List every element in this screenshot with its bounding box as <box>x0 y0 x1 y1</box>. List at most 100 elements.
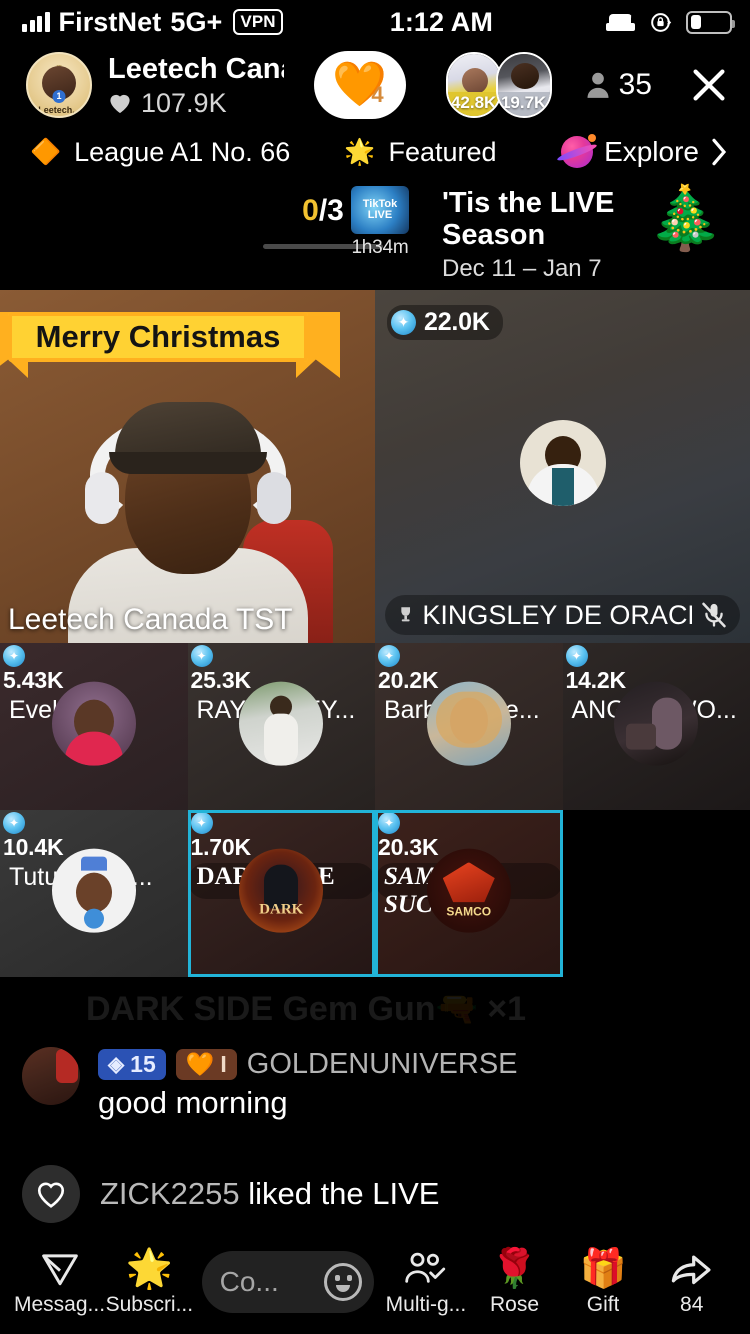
comment-input[interactable]: Co... <box>201 1251 374 1313</box>
planet-icon <box>561 134 597 168</box>
avatar-figure <box>442 862 495 903</box>
fan-badge-value: I <box>220 1051 227 1077</box>
event-banner[interactable]: 0/3 TikTok LIVE 1h34m 'Tis the LIVE Seas… <box>0 178 750 282</box>
gem-icon: ✦ <box>3 645 25 667</box>
bottom-toolbar: Messag... 🌟 Subscri... Co... Multi-g... … <box>0 1230 750 1334</box>
gift-button[interactable]: 🎁 Gift <box>559 1248 648 1317</box>
gem-count-value: 14.2K <box>565 667 627 693</box>
messages-label: Messag... <box>14 1292 106 1316</box>
like-button-count: 4 <box>371 82 384 107</box>
video-tile-raymoney[interactable]: ✦ 25.3K RAYMONEY... <box>187 643 375 810</box>
heart-outline-icon <box>22 1165 80 1223</box>
main-tiles-row: Merry Christmas Leetech Canada TST ✦ 22.… <box>0 290 750 643</box>
subscribe-button[interactable]: 🌟 Subscri... <box>105 1248 194 1317</box>
chevron-right-icon <box>712 138 727 166</box>
event-text: 'Tis the LIVE Season Dec 11 – Jan 7 <box>442 187 652 283</box>
heart-icon <box>110 94 130 113</box>
headset-earcup-right <box>256 472 291 524</box>
cohost-2-coins: 19.7K <box>497 92 550 116</box>
video-tile-evelyn[interactable]: ✦ 5.43K Evelyn <box>0 643 188 810</box>
chat-message-body: ◈ 15 🧡 I GOLDENUNIVERSE good morning <box>98 1047 518 1121</box>
empty-tile-slot <box>562 810 750 977</box>
vpn-badge: VPN <box>233 9 283 35</box>
status-bar-left: FirstNet 5G+ VPN <box>22 7 283 38</box>
guest-avatar: SAMCO <box>426 848 511 933</box>
host-info[interactable]: ♛ 1 Leetech... Leetech Canada... 107.9K <box>26 52 284 119</box>
chat-feed[interactable]: DARK SIDE Gem Gun🔫 ×1 ◈ 15 🧡 I GOLDENUNI… <box>0 985 750 1235</box>
subscribe-label: Subscri... <box>105 1292 194 1316</box>
host-like-count: 107.9K <box>141 87 227 118</box>
featured-badge[interactable]: 🌟 Featured <box>344 137 496 168</box>
multi-guest-icon <box>404 1248 448 1290</box>
chat-message-header: ◈ 15 🧡 I GOLDENUNIVERSE <box>98 1048 518 1081</box>
status-bar-right <box>606 10 735 35</box>
close-icon[interactable] <box>686 62 732 108</box>
battery-icon <box>686 10 735 34</box>
video-tile-tutunalove[interactable]: ✦ 10.4K Tutunalove... <box>0 810 188 977</box>
guest-name-bar: KINGSLEY DE ORACLE🇺🇸 🇳🇬 <box>385 595 740 635</box>
video-tile-darkside[interactable]: ✦ 1.70K DARK DARK SIDE <box>187 810 375 977</box>
avatar-figure <box>652 697 683 750</box>
avatar-head <box>75 872 112 913</box>
cap-brim-shape <box>108 452 267 474</box>
chat-message[interactable]: ◈ 15 🧡 I GOLDENUNIVERSE good morning <box>22 1047 518 1121</box>
gem-icon: ✦ <box>378 812 400 834</box>
crown-icon <box>80 856 107 871</box>
video-tile-barbie[interactable]: ✦ 20.2K Barbie Lope... <box>375 643 563 810</box>
level-badge: ◈ 15 <box>98 1049 166 1080</box>
tiktok-live-screen: FirstNet 5G+ VPN 1:12 AM ♛ 1 Leetec <box>0 0 750 1334</box>
explore-button[interactable]: Explore <box>561 134 728 168</box>
cohost-avatars[interactable]: 42.8K 19.7K <box>445 52 552 118</box>
gem-icon: ✦ <box>190 812 213 834</box>
multi-guest-button[interactable]: Multi-g... <box>382 1248 471 1317</box>
guest-avatar <box>519 419 606 506</box>
gem-count-value: 25.3K <box>190 667 252 693</box>
like-button[interactable]: 🧡 4 <box>313 51 406 119</box>
smiley-icon[interactable] <box>323 1263 362 1301</box>
league-badge[interactable]: 🔶 League A1 No. 66 <box>30 137 290 168</box>
event-dates: Dec 11 – Jan 7 <box>442 255 602 282</box>
guest-avatar <box>51 681 136 766</box>
network-label: 5G+ <box>170 6 223 37</box>
video-tile-host[interactable]: Merry Christmas Leetech Canada TST <box>0 290 375 643</box>
chat-username[interactable]: GOLDENUNIVERSE <box>247 1048 518 1081</box>
avatar-hair <box>435 691 502 748</box>
gem-count-chip: ✦ 22.0K <box>387 305 503 340</box>
carrier-label: FirstNet <box>58 6 162 37</box>
host-likes: 107.9K <box>108 88 284 119</box>
event-duration: 1h34m <box>351 237 409 258</box>
bed-icon <box>606 13 635 31</box>
gem-icon: ✦ <box>391 310 416 335</box>
gem-count-value: 5.43K <box>3 667 64 693</box>
avatar[interactable] <box>22 1047 80 1105</box>
messages-button[interactable]: Messag... <box>14 1248 105 1317</box>
video-tile-angelswo[interactable]: ✦ 14.2K ANGELSWO... <box>562 643 750 810</box>
video-tile-kingsley[interactable]: ✦ 22.0K KINGSLEY DE ORACLE🇺🇸 🇳🇬 <box>375 290 750 643</box>
like-event-username: ZICK2255 <box>100 1176 240 1211</box>
cohost-1-coins: 42.8K <box>447 92 500 116</box>
rose-label: Rose <box>490 1292 540 1316</box>
signal-icon <box>22 12 50 32</box>
gem-count-value: 10.4K <box>3 834 64 860</box>
explore-label: Explore <box>604 136 699 167</box>
gem-icon: ✦ <box>3 812 25 834</box>
host-level-badge: 1 <box>52 90 66 103</box>
like-event-action: liked the LIVE <box>248 1176 440 1211</box>
host-tile-name: Leetech Canada TST <box>8 603 293 636</box>
multi-guest-label: Multi-g... <box>385 1292 467 1316</box>
gem-count-value: 20.3K <box>378 834 439 860</box>
live-header: ♛ 1 Leetech... Leetech Canada... 107.9K … <box>0 44 750 126</box>
rose-gift-button[interactable]: 🌹 Rose <box>470 1248 559 1317</box>
event-title: 'Tis the LIVE Season <box>442 187 615 251</box>
avatar-logo-text: DARK <box>259 901 304 918</box>
featured-star-icon: 🌟 <box>344 137 376 166</box>
guest-avatar <box>51 848 136 933</box>
video-tile-samco[interactable]: ✦ 20.3K SAMCO SAMCO SUCC... <box>375 810 563 977</box>
share-button[interactable]: 84 <box>647 1248 736 1317</box>
merry-christmas-text: Merry Christmas <box>35 319 281 354</box>
viewer-count[interactable]: 35 <box>586 68 652 102</box>
host-avatar[interactable]: ♛ 1 Leetech... <box>26 52 92 118</box>
guest-avatar-shirt <box>551 467 574 506</box>
cohost-avatar-1[interactable]: 42.8K <box>445 52 502 118</box>
cohost-avatar-2[interactable]: 19.7K <box>495 52 552 118</box>
